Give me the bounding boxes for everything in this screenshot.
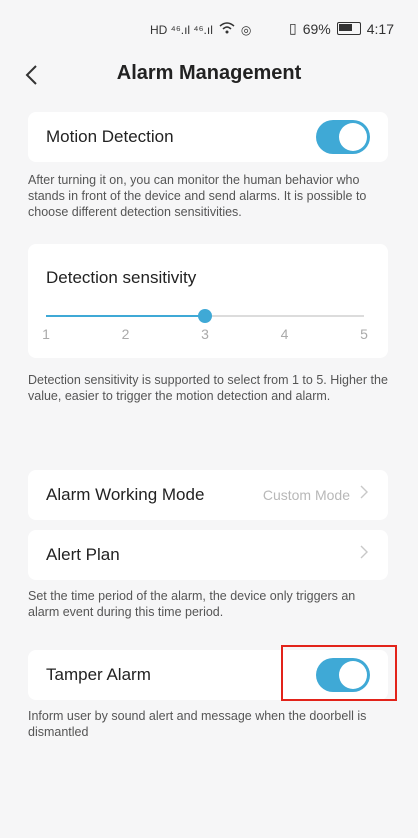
tick-label: 3	[201, 326, 209, 342]
alert-plan-label: Alert Plan	[46, 545, 120, 564]
tick-label: 4	[280, 326, 289, 342]
slider-handle[interactable]	[198, 309, 212, 323]
clock-time: 4:17	[366, 20, 394, 37]
alert-plan-description: Set the time period of the alarm, the de…	[28, 589, 356, 619]
slider-fill	[46, 315, 205, 317]
motion-detection-toggle[interactable]	[316, 120, 370, 154]
page-title: Alarm Management	[116, 62, 302, 84]
network-icons: HD ⁴⁶.ıl ⁴⁶.ıl ◎	[150, 22, 251, 37]
motion-detection-label: Motion Detection	[46, 127, 174, 146]
status-bar: HD ⁴⁶.ıl ⁴⁶.ıl ◎ ▯ 69% 4:17	[0, 0, 418, 56]
battery-percent: 69%	[302, 20, 331, 37]
highlight-box	[281, 645, 397, 701]
alarm-working-mode-row[interactable]: Alarm Working Mode Custom Mode	[28, 470, 388, 520]
wifi-icon	[219, 22, 235, 37]
tick-label: 5	[360, 326, 368, 342]
tick-label: 2	[121, 326, 130, 342]
tamper-alarm-label: Tamper Alarm	[46, 665, 151, 684]
sensitivity-label: Detection sensitivity	[46, 268, 197, 287]
sensitivity-ticks: 1 2 3 4 5	[42, 326, 368, 346]
status-right: ▯ 69% 4:17	[289, 20, 394, 37]
alarm-working-mode-label: Alarm Working Mode	[46, 485, 205, 504]
alarm-working-mode-value: Custom Mode	[262, 487, 350, 503]
sensitivity-card: Detection sensitivity 1 2 3 4 5	[28, 244, 388, 358]
chevron-right-icon	[360, 485, 368, 502]
chevron-right-icon	[360, 545, 368, 562]
vibrate-icon: ▯	[289, 20, 297, 36]
motion-detection-description: After turning it on, you can monitor the…	[28, 173, 367, 219]
tick-label: 1	[42, 326, 50, 342]
toggle-knob	[339, 123, 367, 151]
tamper-alarm-description: Inform user by sound alert and message w…	[28, 709, 367, 739]
battery-icon	[336, 22, 361, 35]
sensitivity-slider[interactable]	[46, 309, 364, 323]
signal-icon: HD ⁴⁶.ıl ⁴⁶.ıl	[150, 22, 213, 37]
alert-plan-row[interactable]: Alert Plan	[28, 530, 388, 580]
header: Alarm Management	[0, 56, 418, 94]
motion-detection-row: Motion Detection	[28, 112, 388, 162]
sensitivity-description: Detection sensitivity is supported to se…	[28, 373, 388, 403]
location-icon: ◎	[240, 22, 252, 37]
